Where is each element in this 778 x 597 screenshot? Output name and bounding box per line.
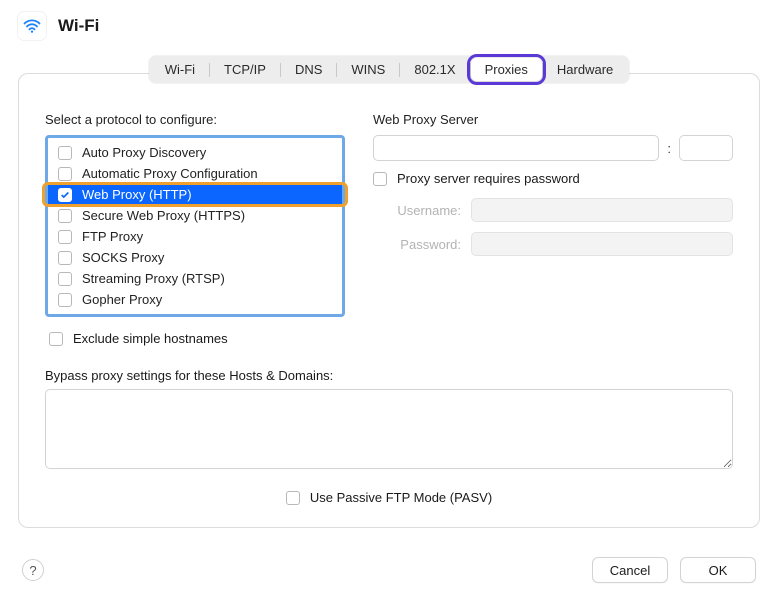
tab-label: WINS — [351, 62, 385, 77]
page-title: Wi-Fi — [58, 16, 99, 36]
proxy-host-input[interactable] — [373, 135, 659, 161]
requires-password-label: Proxy server requires password — [397, 171, 580, 186]
tab-label: TCP/IP — [224, 62, 266, 77]
username-input[interactable] — [471, 198, 733, 222]
protocol-label: Web Proxy (HTTP) — [82, 187, 192, 202]
checkbox[interactable] — [58, 293, 72, 307]
titlebar: Wi-Fi — [0, 0, 778, 46]
tab-proxies[interactable]: Proxies — [471, 58, 542, 81]
protocol-row-streaming-proxy-rtsp[interactable]: Streaming Proxy (RTSP) — [48, 268, 342, 289]
tab-label: Wi-Fi — [165, 62, 195, 77]
username-label: Username: — [373, 203, 461, 218]
protocol-column: Select a protocol to configure: Auto Pro… — [45, 112, 345, 346]
tab-wifi[interactable]: Wi-Fi — [151, 58, 209, 81]
checkbox[interactable] — [58, 251, 72, 265]
tab-label: DNS — [295, 62, 322, 77]
checkbox[interactable] — [286, 491, 300, 505]
protocol-label: Gopher Proxy — [82, 292, 162, 307]
protocol-label: Streaming Proxy (RTSP) — [82, 271, 225, 286]
pasv-label: Use Passive FTP Mode (PASV) — [310, 490, 492, 505]
checkbox[interactable] — [58, 272, 72, 286]
help-icon: ? — [29, 563, 36, 578]
protocol-row-ftp-proxy[interactable]: FTP Proxy — [48, 226, 342, 247]
protocol-list-label: Select a protocol to configure: — [45, 112, 345, 127]
protocol-row-socks-proxy[interactable]: SOCKS Proxy — [48, 247, 342, 268]
protocol-label: Automatic Proxy Configuration — [82, 166, 258, 181]
checkbox[interactable] — [58, 167, 72, 181]
checkbox[interactable] — [373, 172, 387, 186]
footer: ? Cancel OK — [0, 557, 778, 583]
bypass-label: Bypass proxy settings for these Hosts & … — [45, 368, 733, 383]
tab-label: Hardware — [557, 62, 613, 77]
tab-dns[interactable]: DNS — [281, 58, 336, 81]
tabs-row: Wi-Fi TCP/IP DNS WINS 802.1X Proxies Har… — [0, 46, 778, 73]
password-label: Password: — [373, 237, 461, 252]
proxy-port-input[interactable] — [679, 135, 733, 161]
tabs: Wi-Fi TCP/IP DNS WINS 802.1X Proxies Har… — [149, 56, 630, 83]
exclude-hostnames-row[interactable]: Exclude simple hostnames — [45, 331, 345, 346]
ok-button[interactable]: OK — [680, 557, 756, 583]
checkbox[interactable] — [58, 230, 72, 244]
content-pane: Select a protocol to configure: Auto Pro… — [18, 73, 760, 528]
tab-8021x[interactable]: 802.1X — [400, 58, 469, 81]
tab-label: 802.1X — [414, 62, 455, 77]
checkbox[interactable] — [58, 146, 72, 160]
checkbox[interactable] — [49, 332, 63, 346]
protocol-row-secure-web-proxy-https[interactable]: Secure Web Proxy (HTTPS) — [48, 205, 342, 226]
dialog-actions: Cancel OK — [592, 557, 756, 583]
tab-wins[interactable]: WINS — [337, 58, 399, 81]
exclude-hostnames-label: Exclude simple hostnames — [73, 331, 228, 346]
protocol-label: Secure Web Proxy (HTTPS) — [82, 208, 245, 223]
cancel-button[interactable]: Cancel — [592, 557, 668, 583]
button-label: Cancel — [610, 563, 650, 578]
protocol-row-auto-discovery[interactable]: Auto Proxy Discovery — [48, 142, 342, 163]
server-column: Web Proxy Server : Proxy server requires… — [373, 112, 733, 346]
host-port-separator: : — [667, 141, 671, 156]
protocol-row-web-proxy-http[interactable]: Web Proxy (HTTP) — [48, 184, 342, 205]
web-proxy-server-label: Web Proxy Server — [373, 112, 733, 127]
button-label: OK — [709, 563, 728, 578]
pasv-row[interactable]: Use Passive FTP Mode (PASV) — [45, 490, 733, 505]
tab-label: Proxies — [485, 62, 528, 77]
username-row: Username: — [373, 198, 733, 222]
protocol-label: SOCKS Proxy — [82, 250, 164, 265]
protocol-row-gopher-proxy[interactable]: Gopher Proxy — [48, 289, 342, 310]
protocol-label: Auto Proxy Discovery — [82, 145, 206, 160]
network-proxies-window: Wi-Fi Wi-Fi TCP/IP DNS WINS 802.1X Proxi… — [0, 0, 778, 597]
wifi-icon — [18, 12, 46, 40]
requires-password-row[interactable]: Proxy server requires password — [373, 171, 733, 186]
protocol-label: FTP Proxy — [82, 229, 143, 244]
tab-tcpip[interactable]: TCP/IP — [210, 58, 280, 81]
protocol-row-auto-config[interactable]: Automatic Proxy Configuration — [48, 163, 342, 184]
password-input[interactable] — [471, 232, 733, 256]
bypass-hosts-textarea[interactable] — [45, 389, 733, 469]
checkbox[interactable] — [58, 209, 72, 223]
tab-hardware[interactable]: Hardware — [543, 58, 627, 81]
password-row: Password: — [373, 232, 733, 256]
server-address-row: : — [373, 135, 733, 161]
protocol-list[interactable]: Auto Proxy Discovery Automatic Proxy Con… — [45, 135, 345, 317]
help-button[interactable]: ? — [22, 559, 44, 581]
checkbox[interactable] — [58, 188, 72, 202]
